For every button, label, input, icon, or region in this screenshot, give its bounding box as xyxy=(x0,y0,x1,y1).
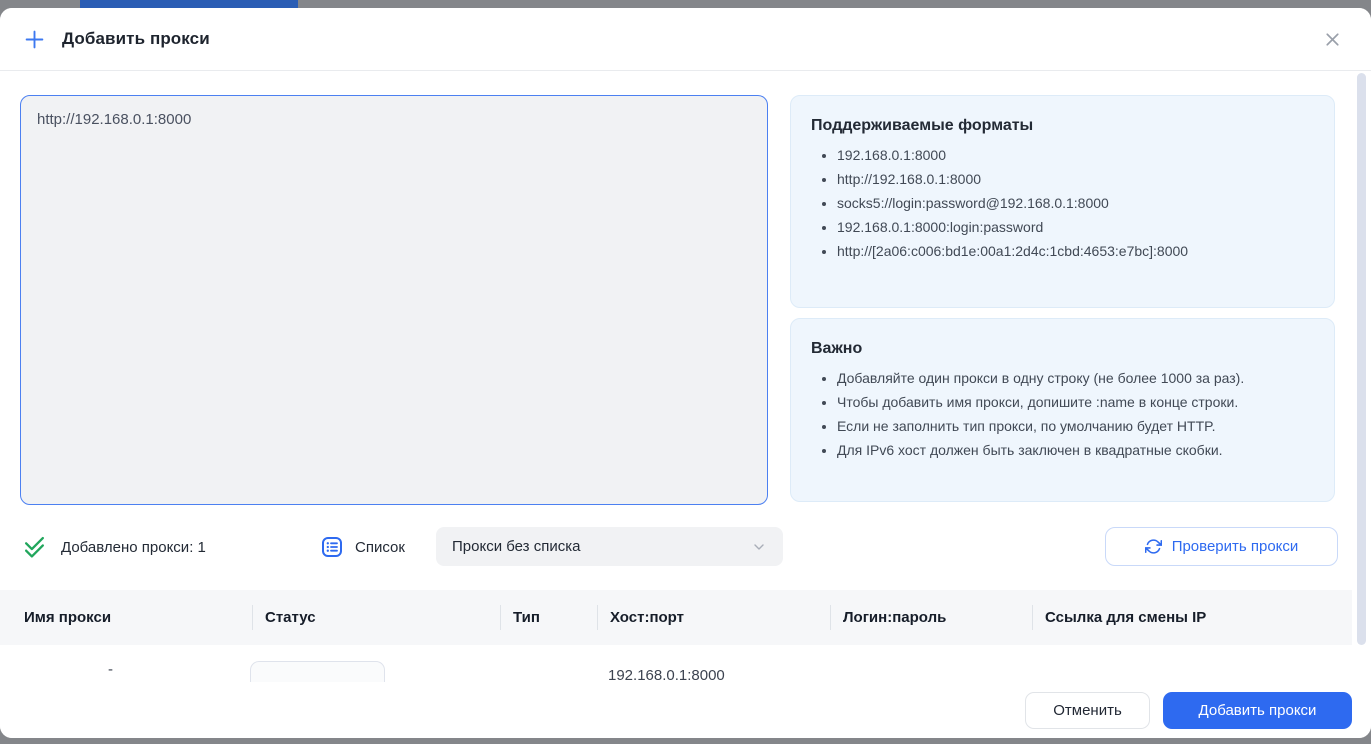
check-proxies-label: Проверить прокси xyxy=(1172,538,1299,555)
format-item: http://[2a06:c006:bd1e:00a1:2d4c:1cbd:46… xyxy=(837,239,1309,263)
close-icon[interactable] xyxy=(1318,25,1347,54)
add-proxy-modal: Добавить прокси http://192.168.0.1:8000 … xyxy=(0,8,1371,738)
double-check-icon xyxy=(22,536,48,559)
important-item: Добавляйте один прокси в одну строку (не… xyxy=(837,366,1309,390)
list-group: Список xyxy=(320,527,405,567)
added-proxies-label: Добавлено прокси: 1 xyxy=(61,539,206,556)
background-browser-tab xyxy=(80,0,298,8)
table-column-header: Имя прокси xyxy=(0,590,252,645)
modal-title: Добавить прокси xyxy=(62,29,210,49)
check-proxies-button[interactable]: Проверить прокси xyxy=(1105,527,1338,566)
proxy-table-header: Имя проксиСтатусТипХост:портЛогин:пароль… xyxy=(0,590,1352,645)
important-list: Добавляйте один прокси в одну строку (не… xyxy=(811,366,1314,462)
supported-formats-title: Поддерживаемые форматы xyxy=(811,117,1314,135)
list-label: Список xyxy=(355,539,405,556)
format-item: http://192.168.0.1:8000 xyxy=(837,167,1309,191)
proxy-list-select-value: Прокси без списка xyxy=(452,538,580,555)
proxy-input[interactable]: http://192.168.0.1:8000 xyxy=(20,95,768,505)
important-item: Для IPv6 хост должен быть заключен в ква… xyxy=(837,438,1309,462)
modal-footer: Отменить Добавить прокси xyxy=(0,682,1371,738)
modal-header: Добавить прокси xyxy=(0,8,1371,71)
refresh-icon xyxy=(1145,538,1162,555)
add-proxies-button[interactable]: Добавить прокси xyxy=(1163,692,1352,729)
important-panel: Важно Добавляйте один прокси в одну стро… xyxy=(790,318,1335,502)
table-column-header: Логин:пароль xyxy=(830,590,1032,645)
important-title: Важно xyxy=(811,340,1314,358)
vertical-scrollbar[interactable] xyxy=(1357,73,1366,645)
format-item: 192.168.0.1:8000 xyxy=(837,143,1309,167)
plus-icon xyxy=(24,29,45,50)
table-column-header: Статус xyxy=(252,590,500,645)
proxy-list-select[interactable]: Прокси без списка xyxy=(436,527,783,566)
row-name-value: - xyxy=(108,661,113,678)
table-column-header: Ссылка для смены IP xyxy=(1032,590,1352,645)
chevron-down-icon xyxy=(751,539,767,555)
table-column-header: Тип xyxy=(500,590,597,645)
table-column-header: Хост:порт xyxy=(597,590,830,645)
format-item: 192.168.0.1:8000:login:password xyxy=(837,215,1309,239)
format-item: socks5://login:password@192.168.0.1:8000 xyxy=(837,191,1309,215)
important-item: Чтобы добавить имя прокси, допишите :nam… xyxy=(837,390,1309,414)
supported-formats-list: 192.168.0.1:8000http://192.168.0.1:8000s… xyxy=(811,143,1314,263)
added-proxies-status: Добавлено прокси: 1 xyxy=(22,527,206,567)
cancel-button[interactable]: Отменить xyxy=(1025,692,1150,729)
important-item: Если не заполнить тип прокси, по умолчан… xyxy=(837,414,1309,438)
supported-formats-panel: Поддерживаемые форматы 192.168.0.1:8000h… xyxy=(790,95,1335,308)
list-icon xyxy=(320,535,344,559)
